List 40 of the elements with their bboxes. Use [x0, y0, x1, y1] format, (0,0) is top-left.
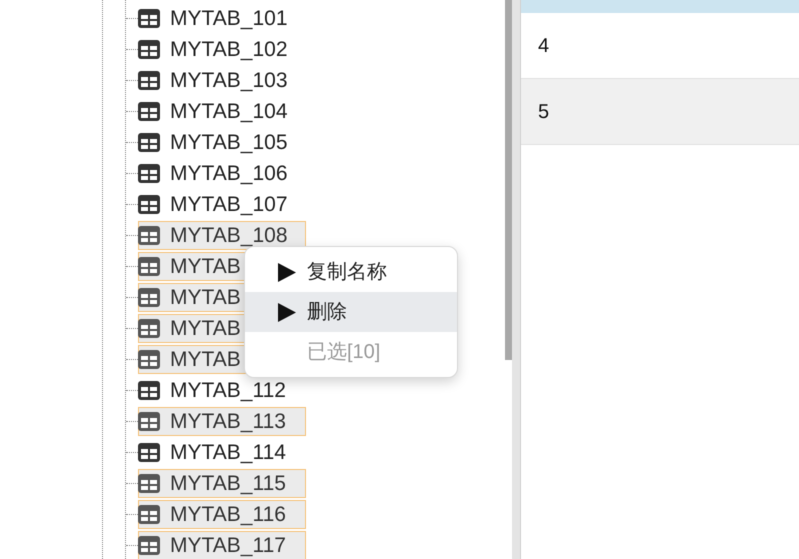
tree-item[interactable]: MYTAB_107: [138, 190, 306, 219]
scrollbar-thumb[interactable]: [505, 0, 512, 360]
tree-item[interactable]: MYTAB_103: [138, 66, 306, 95]
table-icon: [138, 536, 160, 555]
table-icon: [138, 474, 160, 493]
table-icon: [138, 102, 160, 121]
table-icon: [138, 195, 160, 214]
table-icon: [138, 350, 160, 369]
triangle-icon: [277, 302, 297, 322]
table-icon: [138, 381, 160, 400]
table-icon: [138, 226, 160, 245]
panel-splitter[interactable]: [512, 0, 520, 559]
tree-item[interactable]: MYTAB_115: [138, 469, 306, 498]
table-icon: [138, 319, 160, 338]
table-icon: [138, 257, 160, 276]
table-icon: [138, 164, 160, 183]
tree-item[interactable]: MYTAB_101: [138, 4, 306, 33]
table-icon: [138, 71, 160, 90]
tree-item[interactable]: MYTAB_116: [138, 500, 306, 529]
tree-item[interactable]: MYTAB_105: [138, 128, 306, 157]
table-icon: [138, 505, 160, 524]
tree-item[interactable]: MYTAB_108: [138, 221, 306, 250]
table-icon: [138, 9, 160, 28]
triangle-icon: [277, 262, 297, 282]
table-icon: [138, 288, 160, 307]
table-row[interactable]: 5: [521, 79, 799, 145]
table-icon: [138, 443, 160, 462]
tree-item[interactable]: MYTAB_112: [138, 376, 306, 405]
table-icon: [138, 40, 160, 59]
tree-item[interactable]: MYTAB_106: [138, 159, 306, 188]
tree-item[interactable]: MYTAB_117: [138, 531, 306, 559]
table-cell-text: 5: [538, 100, 550, 124]
table-cell-text: 4: [538, 34, 550, 58]
tree-item[interactable]: MYTAB_113: [138, 407, 306, 436]
table-icon: [138, 133, 160, 152]
tree-item[interactable]: MYTAB_114: [138, 438, 306, 467]
tree-item[interactable]: MYTAB_104: [138, 97, 306, 126]
menu-item[interactable]: 删除: [245, 292, 457, 332]
tree-item[interactable]: MYTAB_102: [138, 35, 306, 64]
table-icon: [138, 412, 160, 431]
